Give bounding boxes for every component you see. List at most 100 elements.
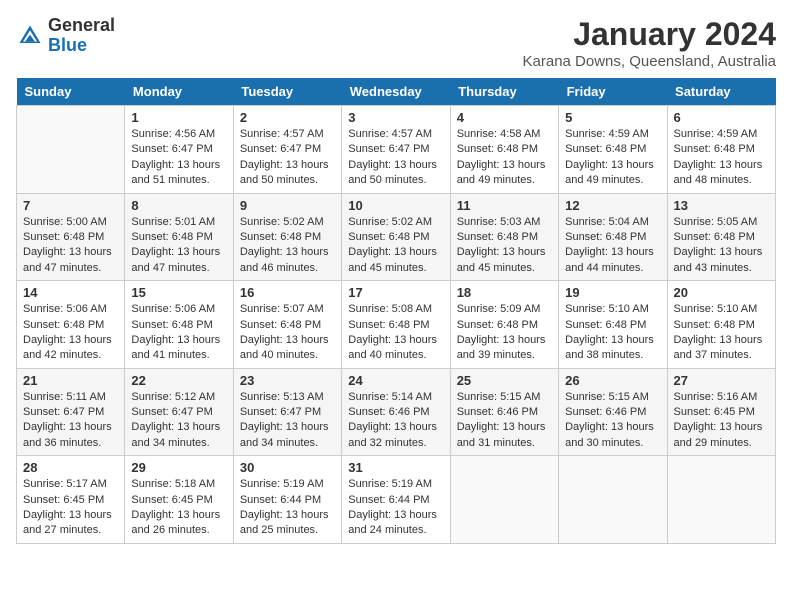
day-cell: 12 Sunrise: 5:04 AMSunset: 6:48 PMDayligh… <box>559 193 667 281</box>
day-info: Sunrise: 5:11 AMSunset: 6:47 PMDaylight:… <box>23 390 118 452</box>
day-number: 10 <box>348 198 443 213</box>
day-info: Sunrise: 5:19 AMSunset: 6:44 PMDaylight:… <box>240 477 335 539</box>
day-number: 9 <box>240 198 335 213</box>
day-number: 24 <box>348 373 443 388</box>
day-cell: 16 Sunrise: 5:07 AMSunset: 6:48 PMDayligh… <box>233 281 341 369</box>
col-header-monday: Monday <box>125 78 233 106</box>
day-cell: 31Sunrise: 5:19 AMSunset: 6:44 PMDayligh… <box>342 456 450 544</box>
day-cell <box>559 456 667 544</box>
day-info: Sunrise: 4:57 AMSunset: 6:47 PMDaylight:… <box>348 127 443 189</box>
day-cell <box>17 106 125 194</box>
title-block: January 2024 Karana Downs, Queensland, A… <box>523 16 776 70</box>
day-info: Sunrise: 5:19 AMSunset: 6:44 PMDaylight:… <box>348 477 443 539</box>
day-info: Sunrise: 5:15 AMSunset: 6:46 PMDaylight:… <box>457 390 552 452</box>
day-info: Sunrise: 4:56 AMSunset: 6:47 PMDaylight:… <box>131 127 226 189</box>
day-info: Sunrise: 4:58 AMSunset: 6:48 PMDaylight:… <box>457 127 552 189</box>
day-number: 27 <box>674 373 769 388</box>
day-info: Sunrise: 5:10 AMSunset: 6:48 PMDaylight:… <box>674 302 769 364</box>
day-info: Sunrise: 5:05 AMSunset: 6:48 PMDaylight:… <box>674 215 769 277</box>
col-header-sunday: Sunday <box>17 78 125 106</box>
week-row-3: 14 Sunrise: 5:06 AMSunset: 6:48 PMDayligh… <box>17 281 776 369</box>
day-number: 7 <box>23 198 118 213</box>
day-cell <box>667 456 775 544</box>
logo-icon <box>16 22 44 50</box>
day-cell: 20 Sunrise: 5:10 AMSunset: 6:48 PMDayligh… <box>667 281 775 369</box>
day-number: 12 <box>565 198 660 213</box>
day-info: Sunrise: 5:16 AMSunset: 6:45 PMDaylight:… <box>674 390 769 452</box>
day-cell: 29 Sunrise: 5:18 AMSunset: 6:45 PMDayligh… <box>125 456 233 544</box>
day-cell: 15 Sunrise: 5:06 AMSunset: 6:48 PMDayligh… <box>125 281 233 369</box>
day-cell: 26 Sunrise: 5:15 AMSunset: 6:46 PMDayligh… <box>559 368 667 456</box>
day-info: Sunrise: 4:59 AMSunset: 6:48 PMDaylight:… <box>565 127 660 189</box>
day-cell: 1 Sunrise: 4:56 AMSunset: 6:47 PMDaylight… <box>125 106 233 194</box>
day-cell: 5Sunrise: 4:59 AMSunset: 6:48 PMDaylight… <box>559 106 667 194</box>
day-number: 25 <box>457 373 552 388</box>
col-header-tuesday: Tuesday <box>233 78 341 106</box>
day-number: 16 <box>240 285 335 300</box>
logo-general-text: General <box>48 16 115 36</box>
day-info: Sunrise: 4:59 AMSunset: 6:48 PMDaylight:… <box>674 127 769 189</box>
logo: General Blue <box>16 16 115 56</box>
day-info: Sunrise: 5:15 AMSunset: 6:46 PMDaylight:… <box>565 390 660 452</box>
header-row: SundayMondayTuesdayWednesdayThursdayFrid… <box>17 78 776 106</box>
day-cell: 23 Sunrise: 5:13 AMSunset: 6:47 PMDayligh… <box>233 368 341 456</box>
day-number: 2 <box>240 110 335 125</box>
day-number: 14 <box>23 285 118 300</box>
day-cell: 6Sunrise: 4:59 AMSunset: 6:48 PMDaylight… <box>667 106 775 194</box>
day-cell: 27 Sunrise: 5:16 AMSunset: 6:45 PMDayligh… <box>667 368 775 456</box>
day-cell: 19 Sunrise: 5:10 AMSunset: 6:48 PMDayligh… <box>559 281 667 369</box>
day-info: Sunrise: 5:18 AMSunset: 6:45 PMDaylight:… <box>131 477 226 539</box>
day-info: Sunrise: 5:08 AMSunset: 6:48 PMDaylight:… <box>348 302 443 364</box>
day-number: 30 <box>240 460 335 475</box>
day-number: 17 <box>348 285 443 300</box>
day-info: Sunrise: 5:02 AMSunset: 6:48 PMDaylight:… <box>240 215 335 277</box>
day-number: 11 <box>457 198 552 213</box>
day-cell: 11 Sunrise: 5:03 AMSunset: 6:48 PMDayligh… <box>450 193 558 281</box>
day-info: Sunrise: 4:57 AMSunset: 6:47 PMDaylight:… <box>240 127 335 189</box>
day-cell: 10Sunrise: 5:02 AMSunset: 6:48 PMDayligh… <box>342 193 450 281</box>
day-info: Sunrise: 5:07 AMSunset: 6:48 PMDaylight:… <box>240 302 335 364</box>
col-header-saturday: Saturday <box>667 78 775 106</box>
day-cell: 4Sunrise: 4:58 AMSunset: 6:48 PMDaylight… <box>450 106 558 194</box>
day-cell: 14 Sunrise: 5:06 AMSunset: 6:48 PMDayligh… <box>17 281 125 369</box>
col-header-wednesday: Wednesday <box>342 78 450 106</box>
day-cell: 3Sunrise: 4:57 AMSunset: 6:47 PMDaylight… <box>342 106 450 194</box>
day-cell: 17 Sunrise: 5:08 AMSunset: 6:48 PMDayligh… <box>342 281 450 369</box>
day-number: 20 <box>674 285 769 300</box>
day-number: 13 <box>674 198 769 213</box>
day-number: 1 <box>131 110 226 125</box>
day-info: Sunrise: 5:10 AMSunset: 6:48 PMDaylight:… <box>565 302 660 364</box>
month-title: January 2024 <box>523 16 776 53</box>
week-row-2: 7Sunrise: 5:00 AMSunset: 6:48 PMDaylight… <box>17 193 776 281</box>
day-cell: 13 Sunrise: 5:05 AMSunset: 6:48 PMDayligh… <box>667 193 775 281</box>
day-number: 23 <box>240 373 335 388</box>
day-number: 19 <box>565 285 660 300</box>
day-cell: 25 Sunrise: 5:15 AMSunset: 6:46 PMDayligh… <box>450 368 558 456</box>
day-cell: 9 Sunrise: 5:02 AMSunset: 6:48 PMDaylight… <box>233 193 341 281</box>
day-cell: 18Sunrise: 5:09 AMSunset: 6:48 PMDayligh… <box>450 281 558 369</box>
day-info: Sunrise: 5:13 AMSunset: 6:47 PMDaylight:… <box>240 390 335 452</box>
day-info: Sunrise: 5:17 AMSunset: 6:45 PMDaylight:… <box>23 477 118 539</box>
day-info: Sunrise: 5:04 AMSunset: 6:48 PMDaylight:… <box>565 215 660 277</box>
logo-blue-text: Blue <box>48 36 115 56</box>
day-info: Sunrise: 5:14 AMSunset: 6:46 PMDaylight:… <box>348 390 443 452</box>
location-title: Karana Downs, Queensland, Australia <box>523 53 776 70</box>
day-number: 29 <box>131 460 226 475</box>
day-cell <box>450 456 558 544</box>
logo-text: General Blue <box>48 16 115 56</box>
day-cell: 8Sunrise: 5:01 AMSunset: 6:48 PMDaylight… <box>125 193 233 281</box>
day-cell: 28Sunrise: 5:17 AMSunset: 6:45 PMDayligh… <box>17 456 125 544</box>
day-number: 21 <box>23 373 118 388</box>
day-cell: 24 Sunrise: 5:14 AMSunset: 6:46 PMDayligh… <box>342 368 450 456</box>
day-number: 15 <box>131 285 226 300</box>
week-row-5: 28Sunrise: 5:17 AMSunset: 6:45 PMDayligh… <box>17 456 776 544</box>
day-info: Sunrise: 5:03 AMSunset: 6:48 PMDaylight:… <box>457 215 552 277</box>
day-info: Sunrise: 5:06 AMSunset: 6:48 PMDaylight:… <box>23 302 118 364</box>
day-cell: 22Sunrise: 5:12 AMSunset: 6:47 PMDayligh… <box>125 368 233 456</box>
calendar-table: SundayMondayTuesdayWednesdayThursdayFrid… <box>16 78 776 544</box>
day-info: Sunrise: 5:06 AMSunset: 6:48 PMDaylight:… <box>131 302 226 364</box>
day-number: 18 <box>457 285 552 300</box>
page-header: General Blue January 2024 Karana Downs, … <box>16 16 776 70</box>
day-info: Sunrise: 5:01 AMSunset: 6:48 PMDaylight:… <box>131 215 226 277</box>
day-number: 26 <box>565 373 660 388</box>
